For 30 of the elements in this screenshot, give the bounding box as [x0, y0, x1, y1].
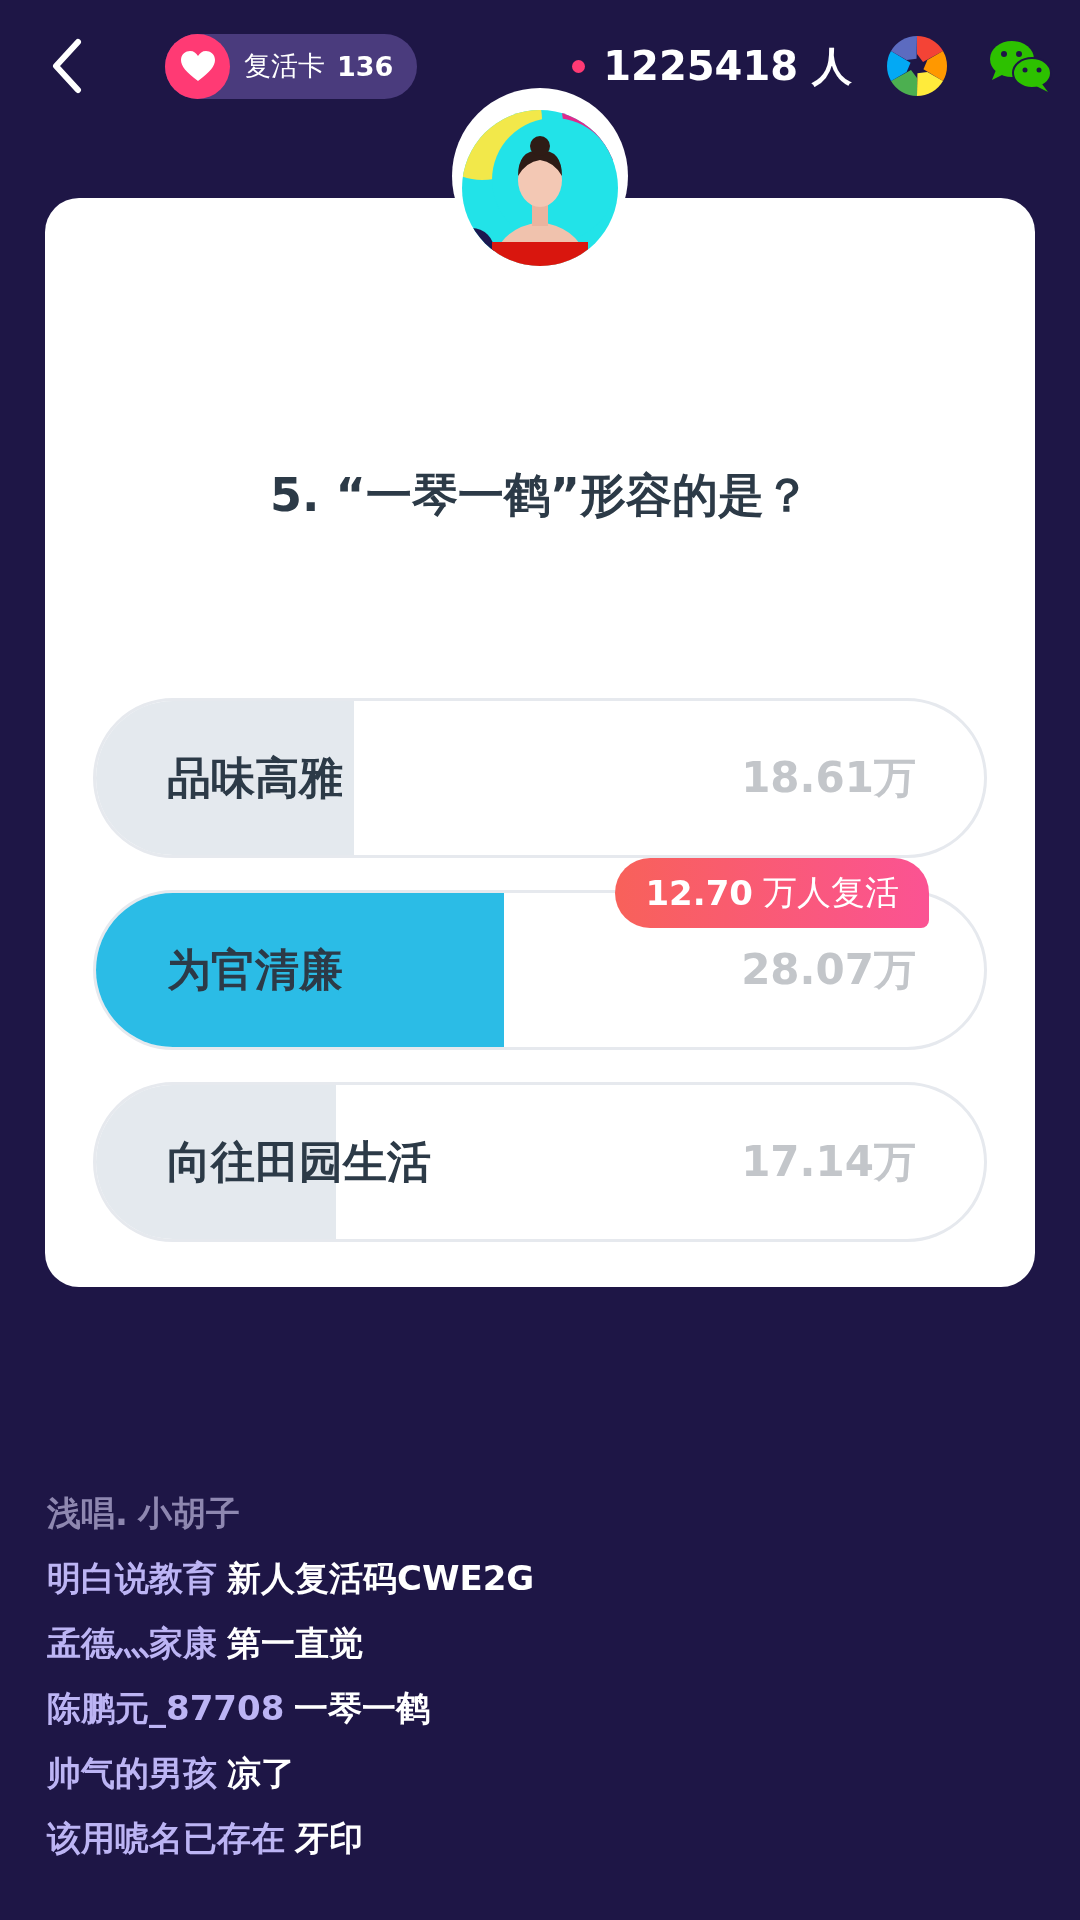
question-text: 5. “一琴一鹤”形容的是？ — [269, 467, 811, 524]
revive-card-count: 136 — [337, 50, 394, 82]
answer-label: 向往田园生活 — [167, 1134, 431, 1189]
comment-text: 第一直觉 — [227, 1621, 363, 1665]
comment-text: 新人复活码CWE2G — [227, 1556, 535, 1600]
revive-card-label: 复活卡 — [244, 49, 325, 83]
vote-count: 18.61万 — [741, 752, 916, 804]
heart-icon — [179, 50, 216, 82]
comment-user: 该用唬名已存在 — [47, 1816, 285, 1860]
answer-label: 品味高雅 — [167, 750, 343, 805]
comment-user: 孟德灬家康 — [47, 1621, 217, 1665]
chat-bubbles-icon[interactable] — [988, 38, 1052, 94]
live-dot-icon — [572, 59, 586, 73]
aperture-icon[interactable] — [886, 35, 948, 97]
comment-user: 陈鹏元_87708 — [47, 1686, 285, 1730]
answer-option[interactable]: 向往田园生活 17.14万 — [93, 1082, 987, 1242]
comment-text: 牙印 — [295, 1816, 363, 1860]
vote-count: 28.07万 — [741, 944, 916, 996]
comment-text: 小胡子 — [137, 1491, 240, 1535]
comment-user: 明白说教育 — [47, 1556, 217, 1600]
revive-card-badge[interactable]: 复活卡 136 — [165, 33, 418, 99]
answer-label: 为官清廉 — [167, 942, 343, 997]
online-count: 1225418 人 — [603, 41, 852, 91]
revive-badge: 12.70 万人复活 — [615, 858, 929, 928]
comment-text: 凉了 — [227, 1751, 295, 1795]
answer-option[interactable]: 品味高雅 18.61万 — [93, 698, 987, 858]
comment-user: 浅唱. — [47, 1491, 128, 1535]
vote-count: 17.14万 — [741, 1136, 916, 1188]
comment-user: 帅气的男孩 — [47, 1751, 217, 1795]
comment-text: 一琴一鹤 — [294, 1686, 431, 1730]
